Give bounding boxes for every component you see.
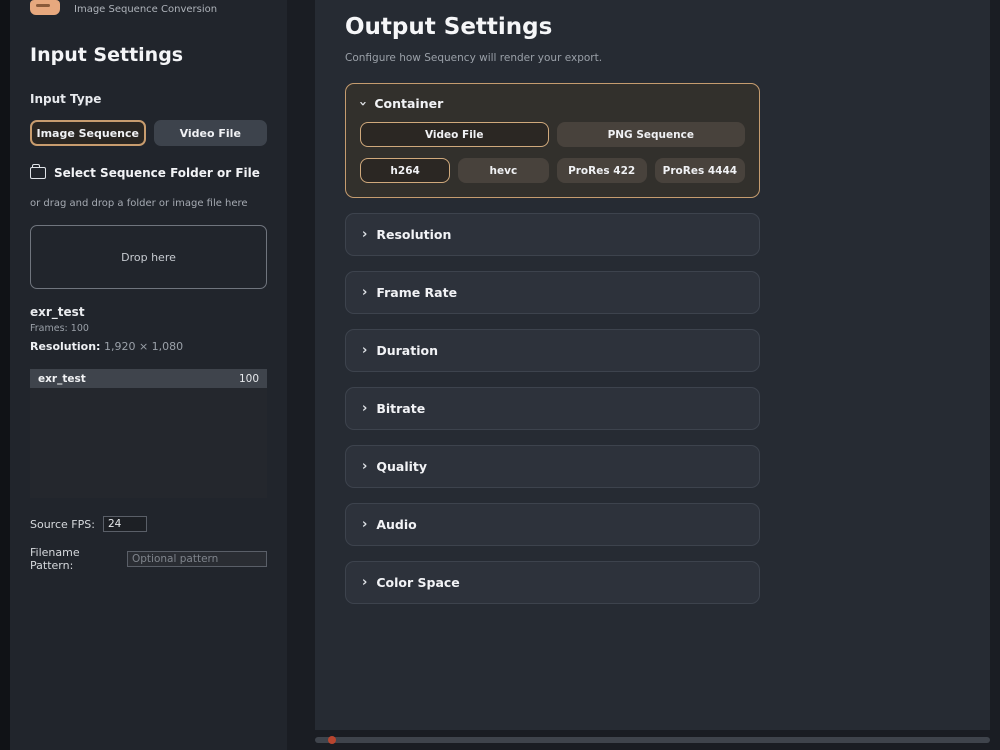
section-frame-rate-title: Frame Rate bbox=[376, 285, 458, 300]
select-sequence-label: Select Sequence Folder or File bbox=[54, 166, 260, 180]
app-header: Image Sequence Conversion bbox=[30, 0, 267, 22]
app-logo-label: Image Sequence Conversion bbox=[74, 4, 218, 15]
section-bitrate[interactable]: › Bitrate bbox=[345, 387, 760, 430]
app-logo-icon bbox=[30, 0, 60, 15]
codec-hevc-button[interactable]: hevc bbox=[458, 158, 549, 183]
section-container: › Container Video File PNG Sequence h264… bbox=[345, 83, 760, 198]
chevron-right-icon: › bbox=[362, 227, 368, 242]
input-type-label: Input Type bbox=[30, 92, 102, 106]
section-resolution-title: Resolution bbox=[376, 227, 452, 242]
codec-h264-button[interactable]: h264 bbox=[360, 158, 451, 183]
select-sequence-button[interactable]: Select Sequence Folder or File bbox=[30, 164, 267, 180]
source-fps-input[interactable] bbox=[102, 516, 147, 532]
chevron-down-icon: › bbox=[355, 100, 371, 107]
section-container-header[interactable]: › Container bbox=[355, 96, 745, 111]
section-color-space[interactable]: › Color Space bbox=[345, 561, 760, 604]
section-audio[interactable]: › Audio bbox=[345, 503, 760, 546]
filename-pattern-row: Filename Pattern: bbox=[30, 546, 267, 572]
section-duration[interactable]: › Duration bbox=[345, 329, 760, 372]
codec-prores4444-button[interactable]: ProRes 4444 bbox=[654, 158, 745, 183]
scrollbar-thumb-dot[interactable] bbox=[328, 736, 336, 744]
drop-zone[interactable]: Drop here bbox=[30, 225, 267, 289]
source-fps-row: Source FPS: bbox=[30, 516, 267, 532]
source-fps-label: Source FPS: bbox=[30, 517, 95, 531]
sequence-frames: Frames: 100 bbox=[30, 323, 89, 334]
sequence-name: exr_test bbox=[30, 305, 85, 319]
output-settings-panel: Output Settings Configure how Sequency w… bbox=[315, 0, 990, 730]
chevron-right-icon: › bbox=[362, 285, 368, 300]
chevron-right-icon: › bbox=[362, 401, 368, 416]
sidebar-title: Input Settings bbox=[30, 44, 184, 66]
app-window: Image Sequence Conversion Input Settings… bbox=[0, 0, 1000, 750]
input-type-image-sequence-button[interactable]: Image Sequence bbox=[30, 120, 146, 146]
format-png-sequence-button[interactable]: PNG Sequence bbox=[556, 122, 745, 147]
accordion-column: › Container Video File PNG Sequence h264… bbox=[345, 83, 760, 604]
filename-pattern-label: Filename Pattern: bbox=[30, 546, 80, 572]
chevron-right-icon: › bbox=[362, 575, 368, 590]
section-quality-title: Quality bbox=[376, 459, 428, 474]
page-subtitle: Configure how Sequency will render your … bbox=[345, 52, 603, 64]
input-type-toggle: Image Sequence Video File bbox=[30, 120, 267, 146]
container-format-row: Video File PNG Sequence bbox=[360, 122, 745, 147]
format-video-file-button[interactable]: Video File bbox=[360, 122, 549, 147]
section-color-space-title: Color Space bbox=[376, 575, 460, 590]
section-duration-title: Duration bbox=[376, 343, 438, 358]
section-frame-rate[interactable]: › Frame Rate bbox=[345, 271, 760, 314]
chevron-right-icon: › bbox=[362, 517, 368, 532]
section-resolution[interactable]: › Resolution bbox=[345, 213, 760, 256]
folder-icon bbox=[30, 164, 46, 179]
input-settings-sidebar: Image Sequence Conversion Input Settings… bbox=[10, 0, 287, 750]
sequence-row-name: exr_test bbox=[38, 372, 86, 385]
section-audio-title: Audio bbox=[376, 517, 417, 532]
container-codec-row: h264 hevc ProRes 422 ProRes 4444 bbox=[360, 158, 745, 183]
section-quality[interactable]: › Quality bbox=[345, 445, 760, 488]
sequence-list-body bbox=[30, 388, 267, 498]
sequence-resolution: Resolution: 1,920 × 1,080 bbox=[30, 340, 267, 353]
resolution-value: 1,920 × 1,080 bbox=[103, 340, 184, 353]
input-type-video-file-button[interactable]: Video File bbox=[153, 120, 267, 146]
left-edge-strip bbox=[0, 0, 10, 750]
sequence-list-row[interactable]: exr_test 100 bbox=[30, 369, 267, 388]
page-title: Output Settings bbox=[345, 14, 553, 40]
chevron-right-icon: › bbox=[362, 459, 368, 474]
horizontal-scrollbar[interactable] bbox=[315, 736, 990, 744]
resolution-label: Resolution: bbox=[30, 340, 101, 353]
filename-pattern-input[interactable] bbox=[127, 551, 267, 567]
sequence-list: exr_test 100 bbox=[30, 369, 267, 498]
section-bitrate-title: Bitrate bbox=[376, 401, 426, 416]
section-container-title: Container bbox=[374, 96, 444, 111]
drag-drop-hint: or drag and drop a folder or image file … bbox=[30, 198, 248, 209]
codec-prores422-button[interactable]: ProRes 422 bbox=[556, 158, 647, 183]
drop-zone-label: Drop here bbox=[121, 250, 176, 264]
chevron-right-icon: › bbox=[362, 343, 368, 358]
sequence-row-count: 100 bbox=[238, 372, 259, 385]
